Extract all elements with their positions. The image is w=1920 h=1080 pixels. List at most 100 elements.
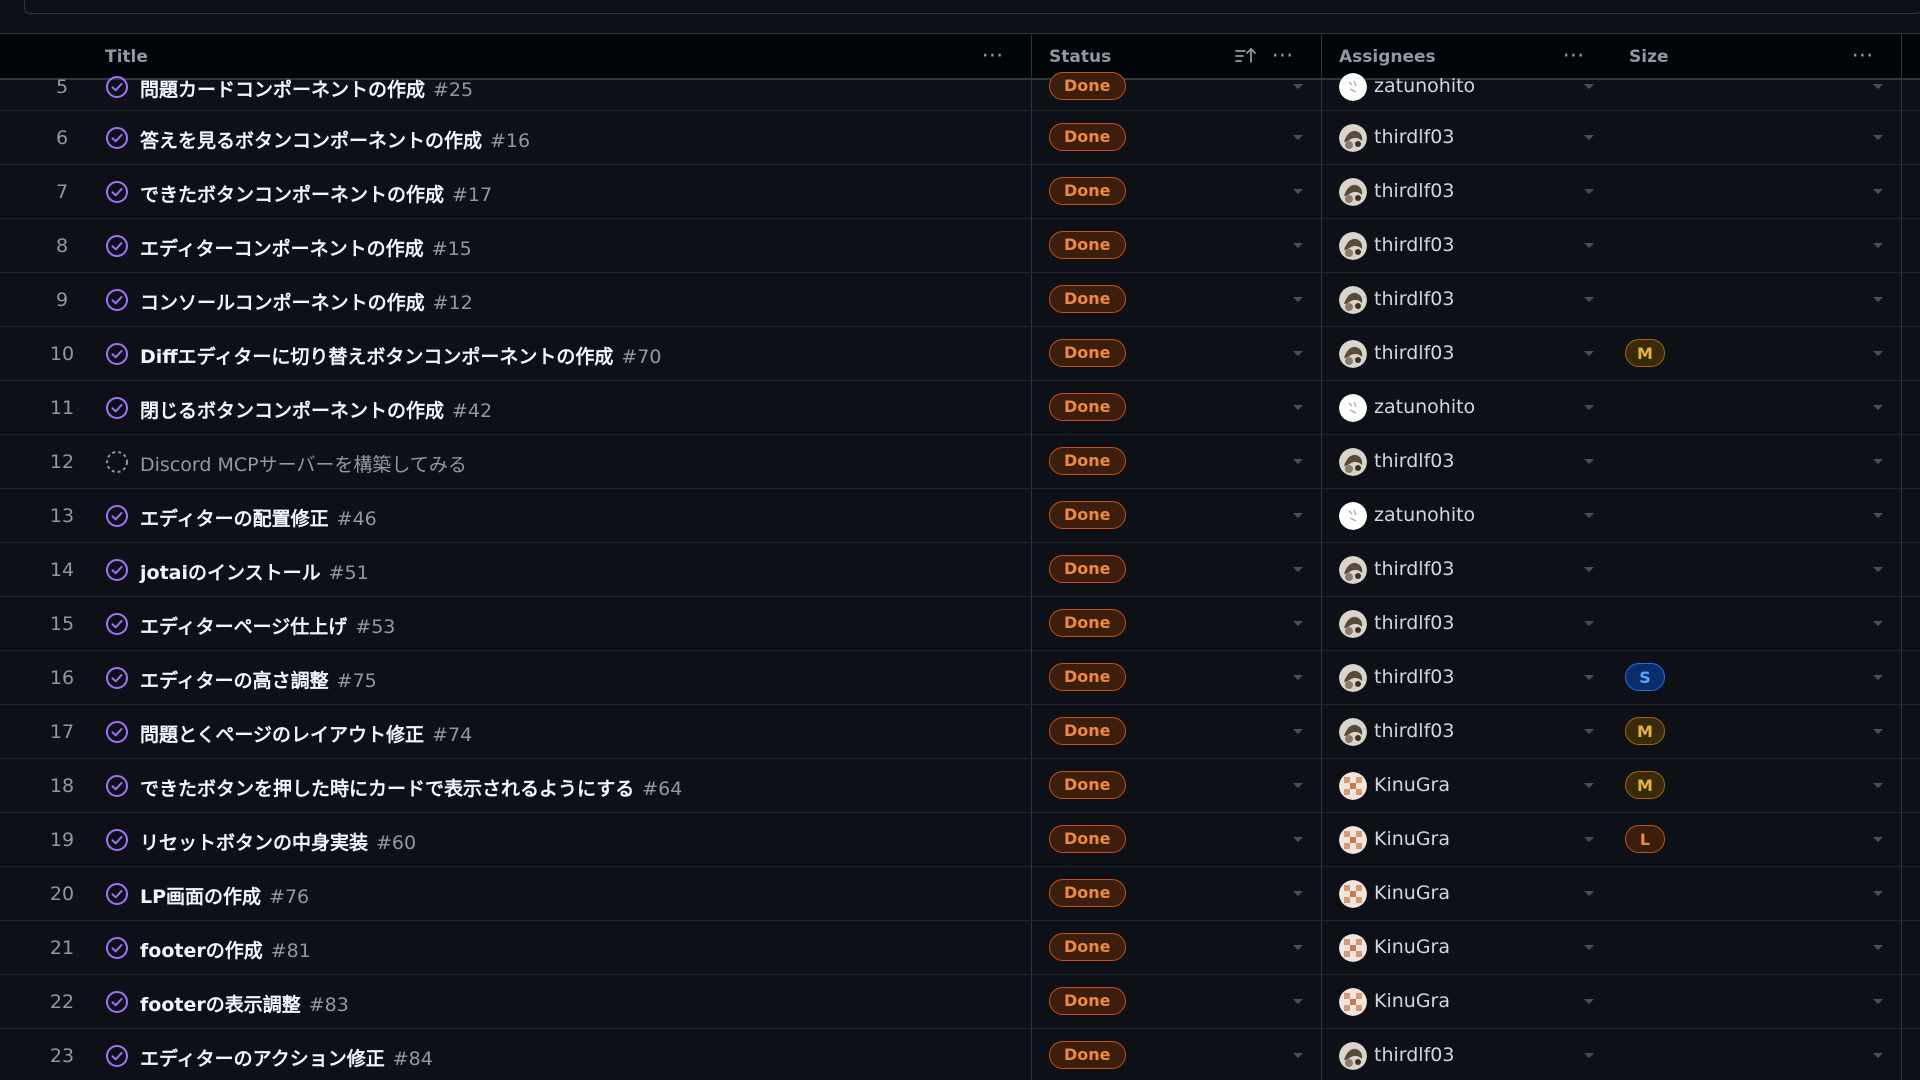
- assignees-cell[interactable]: thirdlf03: [1322, 651, 1612, 704]
- assignees-cell[interactable]: thirdlf03: [1322, 543, 1612, 596]
- table-row[interactable]: 6 答えを見るボタンコンポーネントの作成 #16 Done thirdlf03: [0, 111, 1920, 165]
- issue-title-link[interactable]: footerの作成 #81: [140, 936, 311, 963]
- size-cell[interactable]: [1612, 543, 1902, 596]
- title-cell[interactable]: jotaiのインストール #51: [87, 543, 1032, 596]
- table-row[interactable]: 11 閉じるボタンコンポーネントの作成 #42 Done zatunohito: [0, 381, 1920, 435]
- chevron-down-icon[interactable]: [1293, 404, 1303, 410]
- size-cell[interactable]: M: [1612, 705, 1902, 758]
- avatar[interactable]: [1339, 825, 1367, 854]
- assignee-name[interactable]: thirdlf03: [1374, 126, 1454, 148]
- status-cell[interactable]: Done: [1032, 705, 1322, 758]
- size-cell[interactable]: [1612, 867, 1902, 920]
- size-cell[interactable]: [1612, 921, 1902, 974]
- table-row[interactable]: 16 エディターの高さ調整 #75 Done thirdlf03 S: [0, 651, 1920, 705]
- status-cell[interactable]: Done: [1032, 651, 1322, 704]
- status-cell[interactable]: Done: [1032, 543, 1322, 596]
- issue-title-link[interactable]: リセットボタンの中身実装 #60: [140, 828, 416, 855]
- status-badge[interactable]: Done: [1049, 176, 1126, 205]
- assignee-name[interactable]: thirdlf03: [1374, 180, 1454, 202]
- chevron-down-icon[interactable]: [1873, 296, 1883, 302]
- avatar[interactable]: [1339, 771, 1367, 800]
- avatar[interactable]: [1339, 609, 1367, 638]
- chevron-down-icon[interactable]: [1584, 134, 1594, 140]
- size-badge[interactable]: S: [1625, 662, 1665, 691]
- issue-title-link[interactable]: 閉じるボタンコンポーネントの作成 #42: [140, 396, 492, 423]
- title-cell[interactable]: footerの作成 #81: [87, 921, 1032, 974]
- chevron-down-icon[interactable]: [1584, 188, 1594, 194]
- title-cell[interactable]: 問題カードコンポーネントの作成 #25: [87, 72, 1032, 110]
- table-row[interactable]: 12 Discord MCPサーバーを構築してみる Done thirdlf03: [0, 435, 1920, 489]
- issue-title-link[interactable]: 問題とくページのレイアウト修正 #74: [140, 720, 472, 747]
- table-row[interactable]: 18 できたボタンを押した時にカードで表示されるようにする #64 Done Ki…: [0, 759, 1920, 813]
- assignee-name[interactable]: zatunohito: [1374, 75, 1475, 97]
- chevron-down-icon[interactable]: [1293, 188, 1303, 194]
- avatar[interactable]: [1339, 447, 1367, 476]
- chevron-down-icon[interactable]: [1293, 728, 1303, 734]
- status-badge[interactable]: Done: [1049, 500, 1126, 529]
- avatar[interactable]: [1339, 177, 1367, 206]
- status-cell[interactable]: Done: [1032, 597, 1322, 650]
- status-badge[interactable]: Done: [1049, 716, 1126, 745]
- table-row[interactable]: 14 jotaiのインストール #51 Done thirdlf03: [0, 543, 1920, 597]
- title-cell[interactable]: できたボタンを押した時にカードで表示されるようにする #64: [87, 759, 1032, 812]
- chevron-down-icon[interactable]: [1873, 1052, 1883, 1058]
- table-row[interactable]: 9 コンソールコンポーネントの作成 #12 Done thirdlf03: [0, 273, 1920, 327]
- status-badge[interactable]: Done: [1049, 986, 1126, 1015]
- status-badge[interactable]: Done: [1049, 392, 1126, 421]
- assignees-cell[interactable]: thirdlf03: [1322, 219, 1612, 272]
- assignees-cell[interactable]: KinuGra: [1322, 867, 1612, 920]
- assignee-name[interactable]: KinuGra: [1374, 774, 1450, 796]
- size-cell[interactable]: S: [1612, 651, 1902, 704]
- title-cell[interactable]: LP画面の作成 #76: [87, 867, 1032, 920]
- chevron-down-icon[interactable]: [1293, 944, 1303, 950]
- chevron-down-icon[interactable]: [1293, 998, 1303, 1004]
- chevron-down-icon[interactable]: [1584, 512, 1594, 518]
- size-cell[interactable]: [1612, 1029, 1902, 1080]
- chevron-down-icon[interactable]: [1873, 620, 1883, 626]
- chevron-down-icon[interactable]: [1584, 674, 1594, 680]
- assignee-name[interactable]: thirdlf03: [1374, 720, 1454, 742]
- size-cell[interactable]: [1612, 273, 1902, 326]
- issue-title-link[interactable]: エディターの配置修正 #46: [140, 504, 377, 531]
- assignees-cell[interactable]: zatunohito: [1322, 381, 1612, 434]
- title-cell[interactable]: 問題とくページのレイアウト修正 #74: [87, 705, 1032, 758]
- avatar[interactable]: [1339, 555, 1367, 584]
- title-cell[interactable]: 答えを見るボタンコンポーネントの作成 #16: [87, 111, 1032, 164]
- table-row[interactable]: 7 できたボタンコンポーネントの作成 #17 Done thirdlf03: [0, 165, 1920, 219]
- assignees-cell[interactable]: thirdlf03: [1322, 327, 1612, 380]
- status-badge[interactable]: Done: [1049, 554, 1126, 583]
- chevron-down-icon[interactable]: [1584, 620, 1594, 626]
- chevron-down-icon[interactable]: [1293, 350, 1303, 356]
- size-cell[interactable]: [1612, 597, 1902, 650]
- status-cell[interactable]: Done: [1032, 111, 1322, 164]
- issue-title-link[interactable]: footerの表示調整 #83: [140, 990, 349, 1017]
- title-cell[interactable]: エディターの配置修正 #46: [87, 489, 1032, 542]
- avatar[interactable]: [1339, 933, 1367, 962]
- status-badge[interactable]: Done: [1049, 608, 1126, 637]
- issue-title-link[interactable]: 問題カードコンポーネントの作成 #25: [140, 75, 473, 102]
- chevron-down-icon[interactable]: [1584, 296, 1594, 302]
- status-cell[interactable]: Done: [1032, 165, 1322, 218]
- size-cell[interactable]: M: [1612, 759, 1902, 812]
- issue-title-link[interactable]: LP画面の作成 #76: [140, 882, 309, 909]
- assignee-name[interactable]: thirdlf03: [1374, 558, 1454, 580]
- table-row[interactable]: 19 リセットボタンの中身実装 #60 Done KinuGra L: [0, 813, 1920, 867]
- assignee-name[interactable]: zatunohito: [1374, 504, 1475, 526]
- assignees-cell[interactable]: thirdlf03: [1322, 435, 1612, 488]
- assignees-cell[interactable]: zatunohito: [1322, 489, 1612, 542]
- chevron-down-icon[interactable]: [1584, 1052, 1594, 1058]
- size-cell[interactable]: [1612, 489, 1902, 542]
- assignees-cell[interactable]: thirdlf03: [1322, 1029, 1612, 1080]
- chevron-down-icon[interactable]: [1873, 134, 1883, 140]
- chevron-down-icon[interactable]: [1584, 836, 1594, 842]
- assignee-name[interactable]: zatunohito: [1374, 396, 1475, 418]
- chevron-down-icon[interactable]: [1873, 728, 1883, 734]
- chevron-down-icon[interactable]: [1584, 350, 1594, 356]
- table-row[interactable]: 15 エディターページ仕上げ #53 Done thirdlf03: [0, 597, 1920, 651]
- status-cell[interactable]: Done: [1032, 975, 1322, 1028]
- chevron-down-icon[interactable]: [1873, 566, 1883, 572]
- title-cell[interactable]: できたボタンコンポーネントの作成 #17: [87, 165, 1032, 218]
- avatar[interactable]: [1339, 393, 1367, 422]
- assignees-cell[interactable]: thirdlf03: [1322, 705, 1612, 758]
- issue-title-link[interactable]: Diffエディターに切り替えボタンコンポーネントの作成 #70: [140, 342, 661, 369]
